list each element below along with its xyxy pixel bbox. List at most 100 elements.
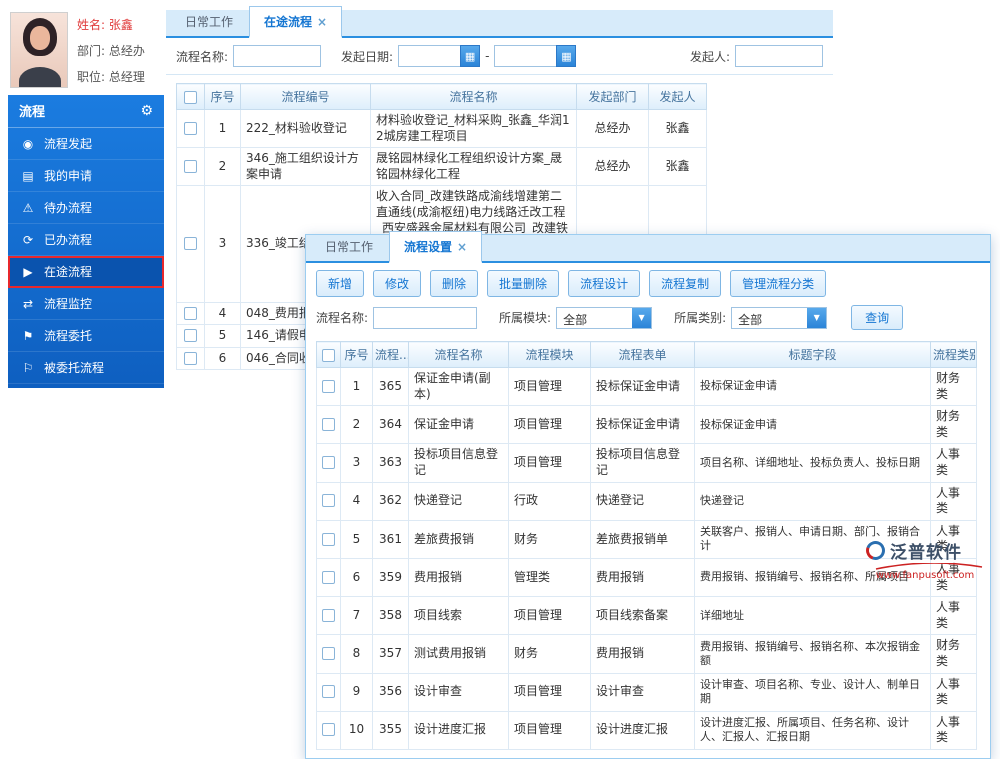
cell-no: 8 [340, 634, 373, 674]
cell-process-module: 项目管理 [508, 710, 591, 750]
query-button[interactable]: 查询 [851, 305, 904, 330]
cell-no: 10 [340, 710, 373, 750]
cell-process-form: 快递登记 [590, 481, 695, 521]
modify-button[interactable]: 修改 [373, 270, 422, 297]
initiator-input[interactable] [735, 45, 823, 67]
row-checkbox[interactable] [322, 647, 335, 661]
table-row[interactable]: 1 222_材料验收登记 材料验收登记_材料采购_张鑫_华润12城房建工程项目 … [176, 108, 707, 149]
row-checkbox[interactable] [184, 329, 197, 343]
process-copy-button[interactable]: 流程复制 [649, 270, 722, 297]
cell-no: 4 [340, 481, 373, 521]
row-checkbox[interactable] [322, 685, 335, 699]
back-tab-daily-work[interactable]: 日常工作 [171, 7, 247, 36]
row-checkbox[interactable] [184, 159, 197, 173]
sidebar-item-process-monitor[interactable]: ⇄ 流程监控 [8, 288, 164, 320]
cell-process-category: 人事类 [930, 596, 977, 636]
front-tab-bar: 日常工作 流程设置 × [306, 231, 990, 263]
row-checkbox[interactable] [322, 608, 335, 622]
sidebar-item-process-initiate[interactable]: ◉ 流程发起 [8, 128, 164, 160]
sidebar-item-pending-processes[interactable]: ⚠ 待办流程 [8, 192, 164, 224]
select-all-checkbox[interactable] [322, 348, 335, 362]
cell-process-code: 363 [372, 443, 409, 483]
sidebar-item-in-transit-processes[interactable]: ▶ 在途流程 [8, 256, 164, 288]
table-row[interactable]: 3 363 投标项目信息登记 项目管理 投标项目信息登记 项目名称、详细地址、投… [316, 443, 977, 483]
sidebar-item-delegated-processes[interactable]: ⚐ 被委托流程 [8, 352, 164, 384]
col-header-initiator: 发起人 [648, 83, 707, 110]
cell-no: 5 [340, 519, 373, 559]
col-header-process-name: 流程名称 [370, 83, 577, 110]
row-checkbox[interactable] [184, 121, 197, 135]
cell-process-form: 费用报销 [590, 634, 695, 674]
category-select[interactable]: 全部 ▼ [731, 306, 828, 329]
sidebar-item-finished-processes[interactable]: ⟳ 已办流程 [8, 224, 164, 256]
cell-process-name: 保证金申请 [408, 405, 509, 445]
sidebar-header: 流程 ⚙ [8, 95, 164, 128]
cell-title-fields: 快递登记 [694, 481, 931, 521]
table-row[interactable]: 2 364 保证金申请 项目管理 投标保证金申请 投标保证金申请 财务类 [316, 405, 977, 445]
calendar-icon[interactable]: ▦ [460, 45, 481, 67]
sidebar-title: 流程 [19, 105, 46, 120]
cell-no: 2 [340, 405, 373, 445]
sidebar-item-process-delegate[interactable]: ⚑ 流程委托 [8, 320, 164, 352]
tab-label: 流程设置 [404, 240, 453, 254]
date-to-field: ▦ [494, 45, 577, 67]
cell-process-module: 行政 [508, 481, 591, 521]
back-tab-in-transit[interactable]: 在途流程 × [249, 6, 343, 38]
table-row[interactable]: 7 358 项目线索 项目管理 项目线索备案 详细地址 人事类 [316, 596, 977, 636]
row-checkbox[interactable] [184, 237, 197, 251]
process-design-button[interactable]: 流程设计 [568, 270, 641, 297]
avatar-face [30, 26, 50, 50]
table-row[interactable]: 8 357 测试费用报销 财务 费用报销 费用报销、报销编号、报销名称、本次报销… [316, 634, 977, 674]
cell-process-category: 人事类 [930, 481, 977, 521]
table-row[interactable]: 5 361 差旅费报销 财务 差旅费报销单 关联客户、报销人、申请日期、部门、报… [316, 519, 977, 559]
table-row[interactable]: 4 362 快递登记 行政 快递登记 快递登记 人事类 [316, 481, 977, 521]
table-row[interactable]: 2 346_施工组织设计方案申请 晟铭园林绿化工程组织设计方案_晟铭园林绿化工程… [176, 147, 707, 187]
date-to-input[interactable] [494, 45, 557, 67]
row-checkbox[interactable] [322, 723, 335, 737]
table-row[interactable]: 10 355 设计进度汇报 项目管理 设计进度汇报 设计进度汇报、所属项目、任务… [316, 710, 977, 750]
gear-icon[interactable]: ⚙ [140, 103, 153, 119]
cell-process-name: 保证金申请(副本) [408, 366, 509, 407]
front-tab-daily-work[interactable]: 日常工作 [311, 232, 387, 261]
chevron-down-icon: ▼ [807, 307, 827, 328]
row-checkbox[interactable] [184, 351, 197, 365]
module-select[interactable]: 全部 ▼ [556, 306, 653, 329]
avatar [10, 12, 68, 88]
col-header-process-code: 流程编号 [240, 83, 371, 110]
cell-process-name: 差旅费报销 [408, 519, 509, 559]
front-tab-process-settings[interactable]: 流程设置 × [389, 231, 483, 263]
process-name-input[interactable] [233, 45, 322, 67]
row-checkbox[interactable] [322, 456, 335, 470]
calendar-icon[interactable]: ▦ [556, 45, 577, 67]
batch-delete-button[interactable]: 批量删除 [487, 270, 560, 297]
sidebar-item-label: 被委托流程 [44, 361, 105, 375]
date-from-input[interactable] [398, 45, 461, 67]
cell-process-form: 项目线索备案 [590, 596, 695, 636]
row-checkbox[interactable] [322, 379, 335, 393]
process-name-input[interactable] [373, 306, 478, 329]
cell-title-fields: 设计进度汇报、所属项目、任务名称、设计人、汇报人、汇报日期 [694, 710, 931, 750]
delete-button[interactable]: 删除 [430, 270, 479, 297]
tab-label: 日常工作 [185, 15, 234, 29]
cell-no: 6 [204, 346, 241, 371]
row-checkbox[interactable] [184, 306, 197, 320]
cell-process-code: 356 [372, 672, 409, 712]
close-icon[interactable]: × [457, 241, 467, 253]
cell-process-category: 财务类 [930, 366, 977, 407]
cell-process-category: 人事类 [930, 710, 977, 750]
sidebar-item-my-requests[interactable]: ▤ 我的申请 [8, 160, 164, 192]
close-icon[interactable]: × [317, 16, 327, 28]
add-button[interactable]: 新增 [316, 270, 365, 297]
row-checkbox[interactable] [322, 570, 335, 584]
table-row[interactable]: 1 365 保证金申请(副本) 项目管理 投标保证金申请 投标保证金申请 财务类 [316, 366, 977, 407]
row-checkbox[interactable] [322, 417, 335, 431]
select-all-checkbox[interactable] [184, 90, 197, 104]
table-row[interactable]: 9 356 设计审查 项目管理 设计审查 设计审查、项目名称、专业、设计人、制单… [316, 672, 977, 712]
col-header-process-code: 流程... [372, 341, 409, 368]
row-checkbox[interactable] [322, 532, 335, 546]
manage-process-category-button[interactable]: 管理流程分类 [730, 270, 827, 297]
cell-process-module: 项目管理 [508, 596, 591, 636]
chevron-down-icon: ▼ [632, 307, 652, 328]
table-row[interactable]: 6 359 费用报销 管理类 费用报销 费用报销、报销编号、报销名称、所属项目 … [316, 557, 977, 598]
row-checkbox[interactable] [322, 494, 335, 508]
